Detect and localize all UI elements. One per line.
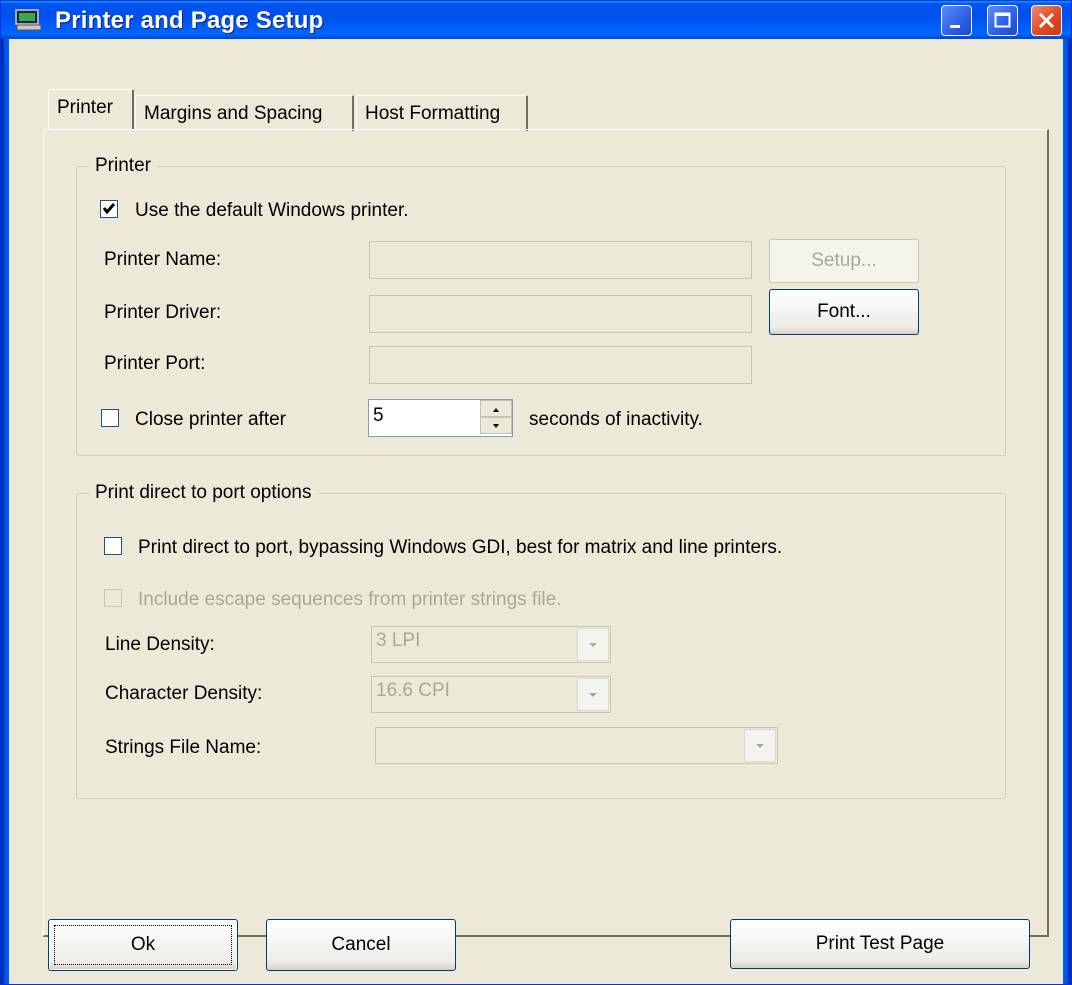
seconds-of-inactivity-label: seconds of inactivity.	[529, 409, 703, 430]
inactivity-seconds-spinner[interactable]: 5	[368, 399, 513, 437]
tab-printer[interactable]: Printer	[48, 89, 134, 129]
print-test-page-button[interactable]: Print Test Page	[730, 919, 1030, 969]
use-default-printer-checkbox[interactable]	[100, 200, 118, 218]
include-escape-sequences-label[interactable]: Include escape sequences from printer st…	[138, 589, 562, 611]
line-density-label: Line Density:	[105, 634, 215, 655]
dropdown-value: 3 LPI	[376, 630, 421, 651]
group-title: Print direct to port options	[89, 482, 318, 504]
button-label: Cancel	[331, 934, 391, 955]
tab-host-formatting[interactable]: Host Formatting	[356, 95, 528, 131]
printer-port-field[interactable]	[369, 346, 752, 384]
window-frame-left	[1, 39, 9, 984]
arrow-up-icon	[493, 408, 499, 412]
printer-name-label: Printer Name:	[104, 249, 222, 270]
strings-file-name-label: Strings File Name:	[105, 737, 262, 758]
tab-label: Printer	[57, 97, 113, 118]
group-title: Printer	[89, 155, 157, 177]
printer-driver-label: Printer Driver:	[104, 302, 222, 323]
close-button[interactable]	[1031, 5, 1062, 36]
print-direct-to-port-checkbox[interactable]	[104, 537, 122, 555]
close-icon	[1038, 12, 1055, 29]
tab-margins-and-spacing[interactable]: Margins and Spacing	[135, 95, 354, 131]
dropdown-button[interactable]	[577, 678, 609, 711]
dropdown-button[interactable]	[577, 628, 609, 661]
printer-name-field[interactable]	[369, 241, 752, 279]
spinner-value: 5	[373, 405, 384, 426]
character-density-dropdown[interactable]: 16.6 CPI	[371, 676, 611, 713]
checkmark-icon	[102, 203, 116, 215]
line-density-dropdown[interactable]: 3 LPI	[371, 626, 611, 663]
maximize-button[interactable]	[987, 5, 1018, 36]
strings-file-name-dropdown[interactable]	[375, 727, 778, 764]
chevron-down-icon	[756, 744, 764, 748]
minimize-icon	[950, 25, 960, 28]
chevron-down-icon	[589, 693, 597, 697]
chevron-down-icon	[589, 643, 597, 647]
tab-label: Host Formatting	[365, 103, 501, 124]
dropdown-value: 16.6 CPI	[376, 680, 450, 701]
setup-button[interactable]: Setup...	[769, 239, 919, 283]
computer-icon	[15, 9, 43, 31]
printer-driver-field[interactable]	[369, 295, 752, 333]
button-label: Setup...	[811, 250, 877, 271]
dialog-window: Printer and Page Setup Printer Margins a…	[0, 0, 1072, 985]
button-label: Font...	[817, 301, 871, 322]
focus-rectangle	[54, 925, 232, 965]
cancel-button[interactable]: Cancel	[266, 919, 456, 971]
close-printer-after-label[interactable]: Close printer after	[135, 409, 286, 431]
button-label: Print Test Page	[815, 933, 945, 954]
window-title: Printer and Page Setup	[55, 7, 324, 34]
character-density-label: Character Density:	[105, 683, 263, 704]
printer-port-label: Printer Port:	[104, 353, 206, 374]
spin-down-button[interactable]	[480, 417, 512, 434]
arrow-down-icon	[493, 424, 499, 428]
close-printer-after-checkbox[interactable]	[101, 409, 119, 427]
ok-button[interactable]: Ok	[48, 919, 238, 971]
title-bar[interactable]: Printer and Page Setup	[1, 1, 1071, 39]
font-button[interactable]: Font...	[769, 289, 919, 335]
minimize-button[interactable]	[941, 5, 972, 36]
maximize-icon	[994, 12, 1011, 28]
tab-label: Margins and Spacing	[144, 103, 323, 124]
include-escape-sequences-checkbox[interactable]	[104, 589, 122, 607]
spinner-buttons	[480, 400, 512, 436]
window-frame-right	[1063, 39, 1071, 984]
print-direct-to-port-label[interactable]: Print direct to port, bypassing Windows …	[138, 537, 782, 559]
use-default-printer-label[interactable]: Use the default Windows printer.	[135, 200, 409, 222]
spin-up-button[interactable]	[480, 400, 512, 417]
dropdown-button[interactable]	[744, 729, 776, 762]
